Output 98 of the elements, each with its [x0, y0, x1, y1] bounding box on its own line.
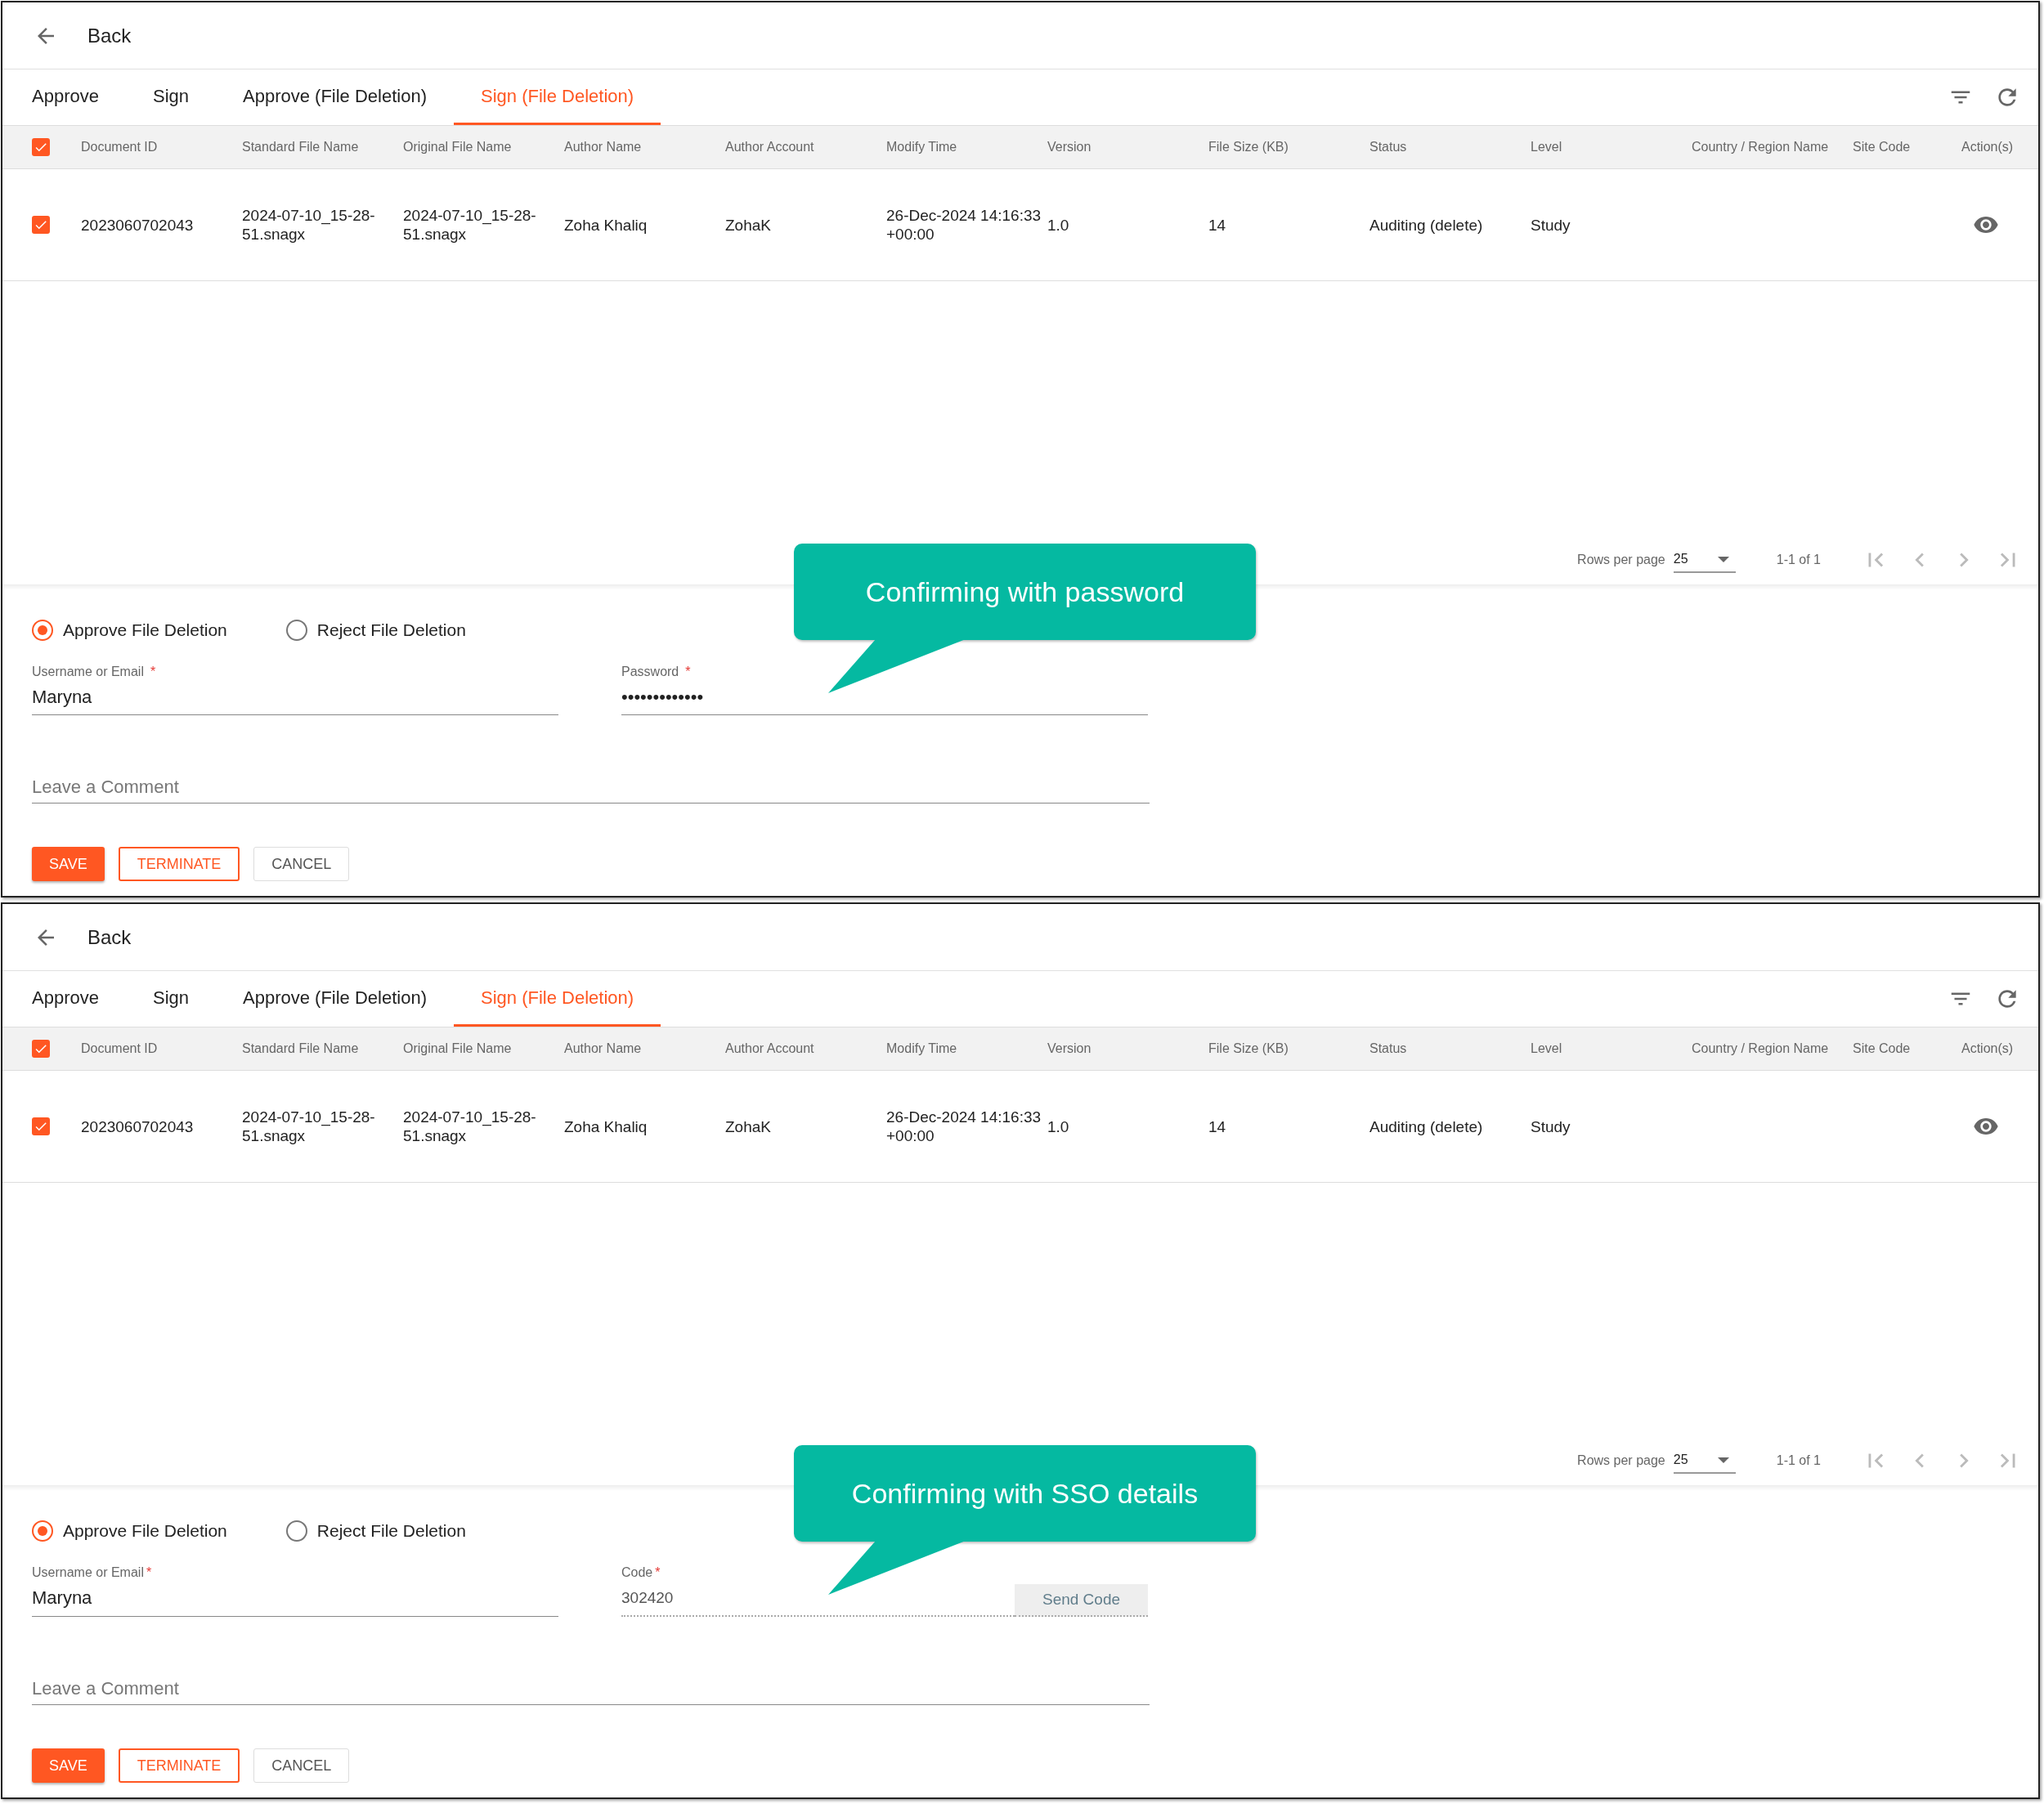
column-header: Site Code	[1853, 1041, 1912, 1056]
radio-button[interactable]	[32, 620, 53, 641]
tab[interactable]: Sign	[125, 69, 216, 125]
tab[interactable]: Approve (File Deletion)	[216, 69, 454, 125]
column-header: Version	[1047, 1041, 1092, 1056]
tab[interactable]: Approve	[5, 69, 126, 125]
column-header: Standard File Name	[242, 1041, 360, 1056]
page-range: 1-1 of 1	[1776, 553, 1821, 567]
column-header: Action(s)	[1961, 1041, 2015, 1056]
column-header: File Size (KB)	[1208, 140, 1289, 154]
input-field[interactable]: Username or Email * Maryna	[32, 664, 558, 715]
table-cell: 1.0	[1047, 216, 1069, 234]
field-label: Code	[621, 1565, 653, 1581]
field-value: •••••••••••••	[621, 686, 705, 709]
column-header: Document ID	[81, 1041, 159, 1056]
column-header: Site Code	[1853, 140, 1912, 154]
row-checkbox[interactable]	[32, 216, 50, 234]
required-mark: *	[150, 665, 156, 679]
column-header: Author Account	[725, 1041, 815, 1056]
field-label: Username or Email	[32, 1565, 144, 1581]
required-mark: *	[146, 1565, 152, 1580]
tab[interactable]: Approve	[5, 971, 126, 1027]
column-header: Author Account	[725, 140, 815, 154]
table-cell: 14	[1208, 1117, 1226, 1135]
column-header: Original File Name	[403, 1041, 513, 1056]
back-button[interactable]: Back	[87, 24, 132, 47]
field-value: 302420	[621, 1588, 674, 1608]
table-cell: 2024-07-10_15-28-51.snagx	[403, 207, 536, 243]
send-code-button[interactable]: Send Code	[1015, 1584, 1148, 1617]
comment-field[interactable]: Leave a Comment	[32, 1678, 1150, 1705]
column-header: File Size (KB)	[1208, 1041, 1289, 1056]
select-all-checkbox[interactable]	[32, 138, 50, 156]
table-cell: 1.0	[1047, 1117, 1069, 1135]
table-cell: ZohaK	[725, 216, 771, 234]
page-range: 1-1 of 1	[1776, 1453, 1821, 1468]
table-cell: Zoha Khaliq	[564, 1117, 648, 1135]
column-header: Status	[1369, 140, 1408, 154]
column-header: Level	[1531, 1041, 1563, 1056]
column-header: Modify Time	[886, 140, 958, 154]
field-label: Password	[621, 664, 679, 680]
tab[interactable]: Approve (File Deletion)	[216, 971, 454, 1027]
radio-label: Approve File Deletion	[63, 1521, 227, 1541]
table-cell: 2023060702043	[81, 1117, 194, 1135]
caret-icon	[1717, 1457, 1729, 1463]
column-header: Standard File Name	[242, 140, 360, 154]
field-value: Maryna	[32, 1587, 93, 1609]
column-header: Original File Name	[403, 140, 513, 154]
radio-option[interactable]: Approve File Deletion	[32, 1517, 227, 1545]
back-button[interactable]: Back	[87, 925, 132, 949]
cancel-button[interactable]: CANCEL	[253, 847, 350, 881]
column-header: Level	[1531, 140, 1563, 154]
table-cell: 26-Dec-2024 14:16:33 +00:00	[886, 207, 1042, 243]
radio-option[interactable]: Approve File Deletion	[32, 616, 227, 644]
column-header: Author Name	[564, 1041, 643, 1056]
radio-button[interactable]	[285, 620, 307, 641]
radio-option[interactable]: Reject File Deletion	[285, 616, 466, 644]
input-field[interactable]: Username or Email * Maryna	[32, 1565, 558, 1617]
table-cell: 2024-07-10_15-28-51.snagx	[242, 1108, 375, 1144]
required-mark: *	[685, 665, 691, 679]
field-label: Username or Email	[32, 664, 144, 680]
row-checkbox[interactable]	[32, 1117, 50, 1135]
comment-field[interactable]: Leave a Comment	[32, 777, 1150, 804]
caret-icon	[1717, 556, 1729, 562]
table-cell: ZohaK	[725, 1117, 771, 1135]
column-header: Action(s)	[1961, 140, 2015, 154]
table-cell: Auditing (delete)	[1369, 216, 1483, 234]
table-cell: 2024-07-10_15-28-51.snagx	[403, 1108, 536, 1144]
column-header: Author Name	[564, 140, 643, 154]
column-header: Country / Region Name	[1692, 140, 1830, 154]
select-all-checkbox[interactable]	[32, 1040, 50, 1058]
radio-button[interactable]	[285, 1520, 307, 1542]
column-header: Document ID	[81, 140, 159, 154]
field-value: Maryna	[32, 686, 93, 709]
required-mark: *	[655, 1565, 661, 1580]
table-cell: Zoha Khaliq	[564, 216, 648, 234]
code-field[interactable]: Code * 302420 Send Code	[621, 1565, 1148, 1617]
cancel-button[interactable]: CANCEL	[253, 1748, 350, 1783]
tab[interactable]: Sign	[125, 971, 216, 1027]
table-cell: 26-Dec-2024 14:16:33 +00:00	[886, 1108, 1042, 1144]
rows-per-page-label: Rows per page	[1577, 1453, 1665, 1468]
table-cell: 14	[1208, 216, 1226, 234]
radio-button[interactable]	[32, 1520, 53, 1542]
rows-per-page-select[interactable]: 25	[1673, 547, 1736, 573]
column-header: Version	[1047, 140, 1092, 154]
column-header: Status	[1369, 1041, 1408, 1056]
rows-per-page-label: Rows per page	[1577, 553, 1665, 567]
radio-label: Reject File Deletion	[316, 620, 466, 640]
radio-label: Reject File Deletion	[316, 1521, 466, 1541]
rows-per-page-select[interactable]: 25	[1673, 1448, 1736, 1474]
table-cell: Study	[1531, 1117, 1571, 1135]
table-cell: Study	[1531, 216, 1571, 234]
radio-label: Approve File Deletion	[63, 620, 227, 640]
radio-option[interactable]: Reject File Deletion	[285, 1517, 466, 1545]
table-cell: 2024-07-10_15-28-51.snagx	[242, 207, 375, 243]
table-cell: 2023060702043	[81, 216, 194, 234]
column-header: Modify Time	[886, 1041, 958, 1056]
table-cell: Auditing (delete)	[1369, 1117, 1483, 1135]
column-header: Country / Region Name	[1692, 1041, 1830, 1056]
